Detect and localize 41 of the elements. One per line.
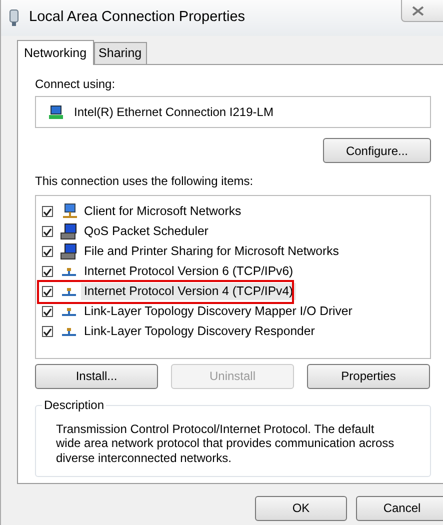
computer-icon — [60, 243, 78, 260]
list-item[interactable]: Internet Protocol Version 4 (TCP/IPv4) — [81, 283, 296, 300]
list-item[interactable]: QoS Packet Scheduler — [81, 223, 212, 240]
check-icon — [43, 288, 52, 296]
checkbox[interactable] — [42, 246, 53, 258]
checkbox[interactable] — [42, 226, 53, 238]
list-item[interactable]: Internet Protocol Version 6 (TCP/IPv6) — [81, 263, 296, 280]
checkbox[interactable] — [42, 326, 53, 338]
group-title: Description — [42, 398, 106, 412]
dialog-button[interactable]: OK — [255, 496, 347, 521]
list-item[interactable]: Link-Layer Topology Discovery Mapper I/O Driver — [81, 303, 356, 320]
close-icon — [412, 6, 424, 16]
check-icon — [43, 268, 52, 276]
item-button[interactable]: Install... — [35, 364, 158, 389]
window-title: Local Area Connection Properties — [29, 9, 246, 27]
computer-icon — [60, 223, 78, 240]
checkbox[interactable] — [42, 286, 53, 298]
check-icon — [43, 208, 52, 216]
client-icon — [60, 203, 78, 220]
check-icon — [43, 248, 52, 256]
checkbox[interactable] — [42, 306, 53, 318]
close-button[interactable] — [401, 0, 443, 22]
network-adapter-icon — [48, 104, 64, 120]
section-label: This connection uses the following items: — [35, 174, 254, 189]
check-icon — [43, 328, 52, 336]
tab[interactable]: Networking — [17, 40, 94, 65]
item-button[interactable]: Properties — [307, 364, 430, 389]
tab[interactable]: Sharing — [94, 42, 147, 64]
configure-button[interactable]: Configure... — [323, 138, 431, 164]
list-item[interactable]: Client for Microsoft Networks — [81, 203, 244, 220]
dialog-button[interactable]: Cancel — [356, 496, 443, 521]
description-text: Transmission Control Protocol/Internet Protocol. The default wide area network protocol that provides communication across diverse interconnected networks. — [56, 422, 396, 465]
list-item[interactable]: File and Printer Sharing for Microsoft Networks — [81, 243, 342, 260]
checkbox[interactable] — [42, 266, 53, 278]
check-icon — [43, 228, 52, 236]
field-label: Connect using: — [35, 77, 116, 92]
check-icon — [43, 308, 52, 316]
checkbox[interactable] — [42, 206, 53, 218]
list-item[interactable]: Link-Layer Topology Discovery Responder — [81, 323, 318, 340]
network-adapter-icon — [7, 9, 21, 27]
adapter-name: Intel(R) Ethernet Connection I219-LM — [74, 105, 274, 120]
